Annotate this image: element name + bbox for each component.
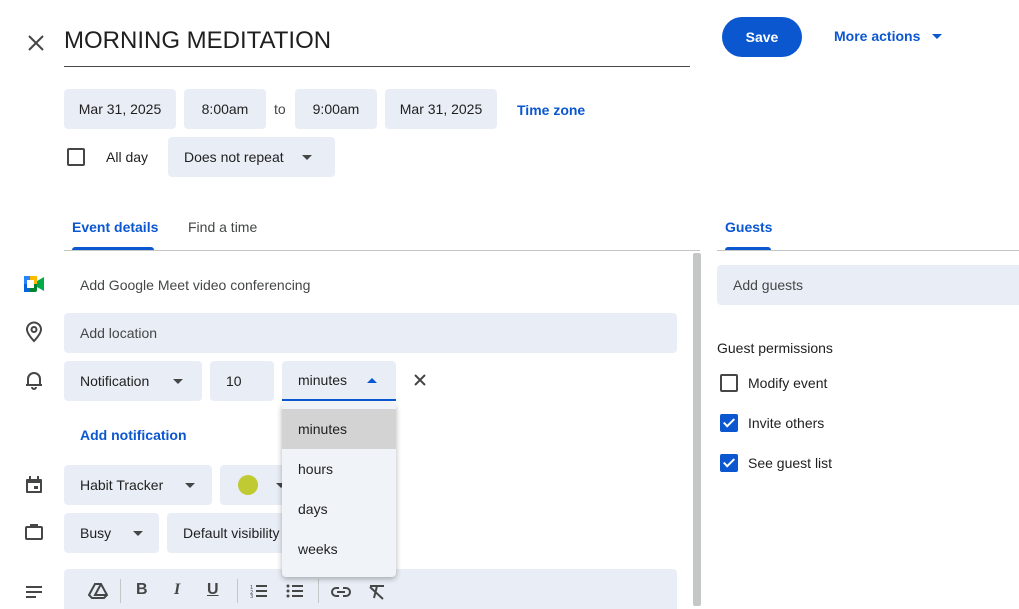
unit-option-label: minutes: [298, 421, 348, 437]
time-zone-link[interactable]: Time zone: [517, 102, 585, 118]
tab-find-a-time-label: Find a time: [188, 219, 258, 235]
notification-type-dropdown[interactable]: Notification: [64, 361, 202, 401]
modify-event-label: Modify event: [748, 375, 828, 391]
tab-guests[interactable]: Guests: [717, 207, 797, 251]
busy-dropdown[interactable]: Busy: [64, 513, 159, 553]
notification-amount-input[interactable]: 10: [210, 361, 274, 401]
calendar-icon: [24, 475, 44, 495]
italic-icon[interactable]: I: [174, 581, 180, 599]
unit-option-label: weeks: [298, 541, 338, 557]
start-time-field[interactable]: 8:00am: [184, 89, 266, 129]
unit-option-minutes[interactable]: minutes: [282, 409, 396, 449]
notification-amount-value: 10: [226, 373, 242, 389]
all-day-label: All day: [106, 149, 149, 165]
toolbar-divider: [237, 579, 238, 603]
end-date-field[interactable]: Mar 31, 2025: [385, 89, 497, 129]
notification-unit-dropdown[interactable]: minutes: [282, 361, 396, 401]
chevron-down-icon: [173, 378, 184, 384]
drive-icon[interactable]: [87, 583, 109, 599]
busy-value: Busy: [80, 525, 112, 541]
calendar-dropdown[interactable]: Habit Tracker: [64, 465, 212, 505]
tab-event-details-label: Event details: [72, 219, 159, 235]
tabs-divider: [64, 250, 700, 251]
scrollbar-thumb[interactable]: [693, 253, 701, 606]
location-input[interactable]: Add location: [64, 313, 677, 353]
visibility-value: Default visibility: [183, 525, 280, 541]
underline-icon[interactable]: U: [207, 581, 219, 599]
description-icon: [25, 585, 43, 599]
add-notification-button[interactable]: Add notification: [80, 427, 187, 443]
location-icon: [24, 321, 44, 343]
unit-dropdown-menu: minutes hours days weeks: [282, 403, 396, 577]
more-actions-label: More actions: [834, 28, 921, 44]
notification-unit-value: minutes: [298, 372, 348, 388]
event-title-input[interactable]: MORNING MEDITATION: [64, 18, 690, 67]
guest-permissions-title: Guest permissions: [717, 340, 833, 356]
tab-event-details[interactable]: Event details: [64, 207, 164, 251]
event-color-swatch: [238, 475, 258, 495]
modify-event-checkbox[interactable]: [720, 374, 738, 392]
unit-option-label: hours: [298, 461, 334, 477]
remove-notification-button[interactable]: [412, 372, 428, 388]
bell-icon: [25, 370, 43, 390]
google-meet-icon: [24, 276, 44, 292]
unit-option-days[interactable]: days: [282, 489, 396, 529]
bulleted-list-icon[interactable]: [286, 584, 304, 598]
to-label: to: [274, 101, 286, 117]
link-icon[interactable]: [331, 585, 351, 597]
start-date-field[interactable]: Mar 31, 2025: [64, 89, 176, 129]
event-title-text: MORNING MEDITATION: [64, 27, 332, 54]
chevron-up-icon: [367, 377, 378, 383]
chevron-down-icon: [932, 33, 943, 39]
see-guest-list-checkbox[interactable]: [720, 454, 738, 472]
save-button-label: Save: [745, 29, 779, 45]
start-date-value: Mar 31, 2025: [78, 101, 162, 117]
tab-find-a-time[interactable]: Find a time: [180, 207, 280, 251]
bold-icon[interactable]: B: [136, 581, 148, 599]
unit-option-weeks[interactable]: weeks: [282, 529, 396, 569]
see-guest-list-label: See guest list: [748, 455, 833, 471]
unit-option-label: days: [298, 501, 328, 517]
calendar-name: Habit Tracker: [80, 477, 164, 493]
add-guests-input[interactable]: Add guests: [717, 265, 1019, 305]
more-actions-button[interactable]: More actions: [834, 27, 943, 45]
all-day-checkbox[interactable]: [67, 148, 85, 166]
clear-formatting-icon[interactable]: [368, 584, 386, 600]
end-date-value: Mar 31, 2025: [399, 101, 483, 117]
location-placeholder: Add location: [80, 325, 158, 341]
tab-guests-label: Guests: [725, 219, 773, 235]
repeat-value: Does not repeat: [184, 149, 284, 165]
chevron-down-icon: [133, 530, 144, 536]
toolbar-divider: [318, 579, 319, 603]
chevron-down-icon: [301, 154, 312, 160]
save-button[interactable]: Save: [722, 17, 802, 57]
invite-others-checkbox[interactable]: [720, 414, 738, 432]
unit-option-hours[interactable]: hours: [282, 449, 396, 489]
chevron-down-icon: [185, 482, 196, 488]
guests-divider: [717, 250, 1019, 251]
invite-others-label: Invite others: [748, 415, 825, 431]
add-guests-placeholder: Add guests: [733, 277, 804, 293]
toolbar-divider: [120, 579, 121, 603]
repeat-dropdown[interactable]: Does not repeat: [168, 137, 335, 177]
notification-type-value: Notification: [80, 373, 150, 389]
add-meet-button[interactable]: Add Google Meet video conferencing: [80, 277, 310, 293]
svg-text:3: 3: [250, 594, 253, 598]
start-time-value: 8:00am: [201, 101, 249, 117]
briefcase-icon: [24, 522, 44, 542]
numbered-list-icon[interactable]: 123: [250, 584, 268, 600]
close-icon[interactable]: [26, 33, 46, 53]
end-time-value: 9:00am: [312, 101, 360, 117]
end-time-field[interactable]: 9:00am: [295, 89, 377, 129]
